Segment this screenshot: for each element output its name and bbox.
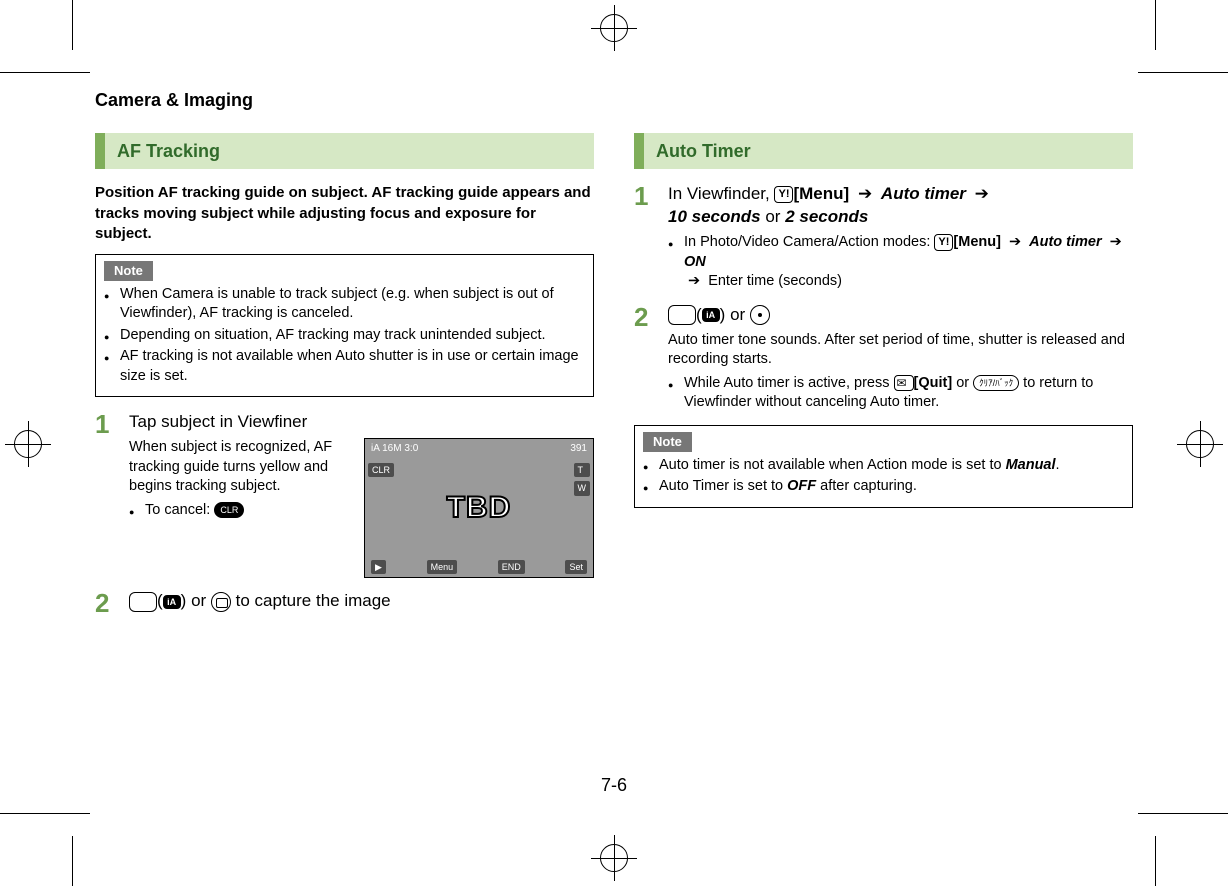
camera-key-icon bbox=[211, 592, 231, 612]
right-column: Auto Timer 1 In Viewfinder, Y![Menu] ➔ A… bbox=[634, 133, 1133, 629]
clear-back-key-icon: ｸﾘｱ/ﾊﾞｯｸ bbox=[973, 375, 1019, 391]
timer-step2-sub: While Auto timer is active, press [Quit]… bbox=[668, 374, 1133, 413]
crop-mark bbox=[1155, 0, 1156, 50]
y-key-icon: Y! bbox=[934, 234, 953, 251]
timer-step2-line: (iA) or bbox=[668, 304, 1133, 327]
note-item: When Camera is unable to track subject (… bbox=[104, 285, 585, 324]
clr-key-icon: CLR bbox=[214, 502, 244, 518]
note-label: Note bbox=[104, 261, 153, 281]
registration-mark bbox=[600, 844, 628, 872]
registration-mark bbox=[1186, 430, 1214, 458]
step-number: 1 bbox=[95, 411, 115, 437]
step-number: 2 bbox=[95, 590, 115, 616]
crop-mark bbox=[0, 72, 90, 73]
note-item: AF tracking is not available when Auto s… bbox=[104, 347, 585, 386]
arrow-icon: ➔ bbox=[858, 183, 872, 206]
crop-mark bbox=[1138, 813, 1228, 814]
ia-icon: iA bbox=[702, 308, 720, 322]
step1-title: Tap subject in Viewfiner bbox=[129, 411, 594, 434]
arrow-icon: ➔ bbox=[688, 272, 700, 292]
soft-key-icon bbox=[129, 592, 157, 612]
crop-mark bbox=[1138, 72, 1228, 73]
arrow-icon: ➔ bbox=[1110, 233, 1122, 253]
crop-mark bbox=[72, 0, 73, 50]
step-number: 2 bbox=[634, 304, 654, 330]
af-step-1: 1 Tap subject in Viewfiner When subject … bbox=[95, 411, 594, 578]
note-item: Auto Timer is set to OFF after capturing… bbox=[643, 477, 1124, 497]
arrow-icon: ➔ bbox=[1009, 233, 1021, 253]
step1-cancel: To cancel: CLR bbox=[129, 501, 352, 521]
timer-step1-sub: In Photo/Video Camera/Action modes: Y![M… bbox=[668, 233, 1133, 292]
af-tracking-intro: Position AF tracking guide on subject. A… bbox=[95, 183, 594, 244]
registration-mark bbox=[600, 14, 628, 42]
arrow-icon: ➔ bbox=[975, 183, 989, 206]
step-number: 1 bbox=[634, 183, 654, 209]
note-item: Depending on situation, AF tracking may … bbox=[104, 326, 585, 346]
registration-mark bbox=[14, 430, 42, 458]
ia-icon: iA bbox=[163, 595, 181, 609]
crop-mark bbox=[1155, 836, 1156, 886]
section-title-af-tracking: AF Tracking bbox=[95, 133, 594, 169]
viewfinder-screenshot: iA 16M 3:0391 CLR TW TBD ▶ Menu END Set bbox=[364, 438, 594, 578]
y-key-icon: Y! bbox=[774, 186, 793, 203]
af-tracking-note-box: Note When Camera is unable to track subj… bbox=[95, 254, 594, 397]
mail-key-icon bbox=[894, 375, 914, 391]
timer-step-2: 2 (iA) or Auto timer tone sounds. After … bbox=[634, 304, 1133, 413]
page-header: Camera & Imaging bbox=[95, 90, 1133, 111]
note-label: Note bbox=[643, 432, 692, 452]
af-step-2: 2 (iA) or to capture the image bbox=[95, 590, 594, 617]
center-key-icon bbox=[750, 305, 770, 325]
note-item: Auto timer is not available when Action … bbox=[643, 456, 1124, 476]
auto-timer-note-box: Note Auto timer is not available when Ac… bbox=[634, 425, 1133, 508]
tbd-overlay: TBD bbox=[447, 488, 512, 529]
soft-key-icon bbox=[668, 305, 696, 325]
left-column: AF Tracking Position AF tracking guide o… bbox=[95, 133, 594, 629]
timer-step1-line: In Viewfinder, Y![Menu] ➔ Auto timer ➔ 1… bbox=[668, 183, 1133, 229]
section-title-auto-timer: Auto Timer bbox=[634, 133, 1133, 169]
crop-mark bbox=[0, 813, 90, 814]
crop-mark bbox=[72, 836, 73, 886]
step2-line: (iA) or to capture the image bbox=[129, 590, 594, 613]
page-content: Camera & Imaging AF Tracking Position AF… bbox=[95, 90, 1133, 796]
timer-step2-desc: Auto timer tone sounds. After set period… bbox=[668, 331, 1133, 370]
page-number: 7-6 bbox=[95, 775, 1133, 796]
timer-step-1: 1 In Viewfinder, Y![Menu] ➔ Auto timer ➔… bbox=[634, 183, 1133, 292]
step1-desc: When subject is recognized, AF tracking … bbox=[129, 438, 352, 497]
